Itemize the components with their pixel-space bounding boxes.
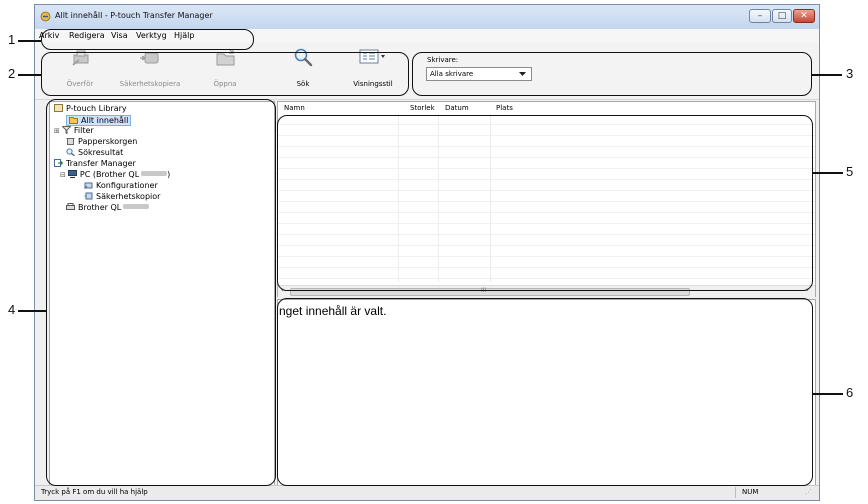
maximize-button[interactable]: □ [772,9,792,23]
callout-number-1: 1 [8,32,16,47]
callout-line-6 [813,393,843,395]
status-bar: Tryck på F1 om du vill ha hjälp NUM ⋰ [35,485,819,500]
callout-box-2 [41,52,409,96]
window-title: Allt innehåll - P-touch Transfer Manager [55,11,213,20]
callout-box-6 [277,298,813,486]
callout-line-5 [813,172,843,174]
callout-line-2 [18,74,41,76]
column-date[interactable]: Datum [445,104,469,112]
callout-number-2: 2 [8,66,16,81]
title-bar: Allt innehåll - P-touch Transfer Manager… [35,5,819,29]
callout-box-3 [412,52,812,96]
callout-number-6: 6 [846,385,854,400]
callout-line-1 [18,40,41,42]
callout-box-4 [46,99,276,486]
callout-number-3: 3 [846,66,854,81]
app-icon [40,11,51,22]
callout-box-5 [277,115,813,291]
column-location[interactable]: Plats [496,104,513,112]
callout-number-5: 5 [846,164,854,179]
num-lock-indicator: NUM [735,487,775,498]
callout-line-3 [812,74,842,76]
close-button[interactable]: ✕ [793,9,815,23]
callout-number-4: 4 [8,302,16,317]
column-name[interactable]: Namn [284,104,305,112]
callout-box-1 [41,29,254,50]
status-help-text: Tryck på F1 om du vill ha hjälp [41,488,148,496]
column-size[interactable]: Storlek [410,104,435,112]
callout-line-4 [18,310,46,312]
minimize-button[interactable]: – [749,9,771,23]
resize-grip-icon[interactable]: ⋰ [805,488,812,496]
